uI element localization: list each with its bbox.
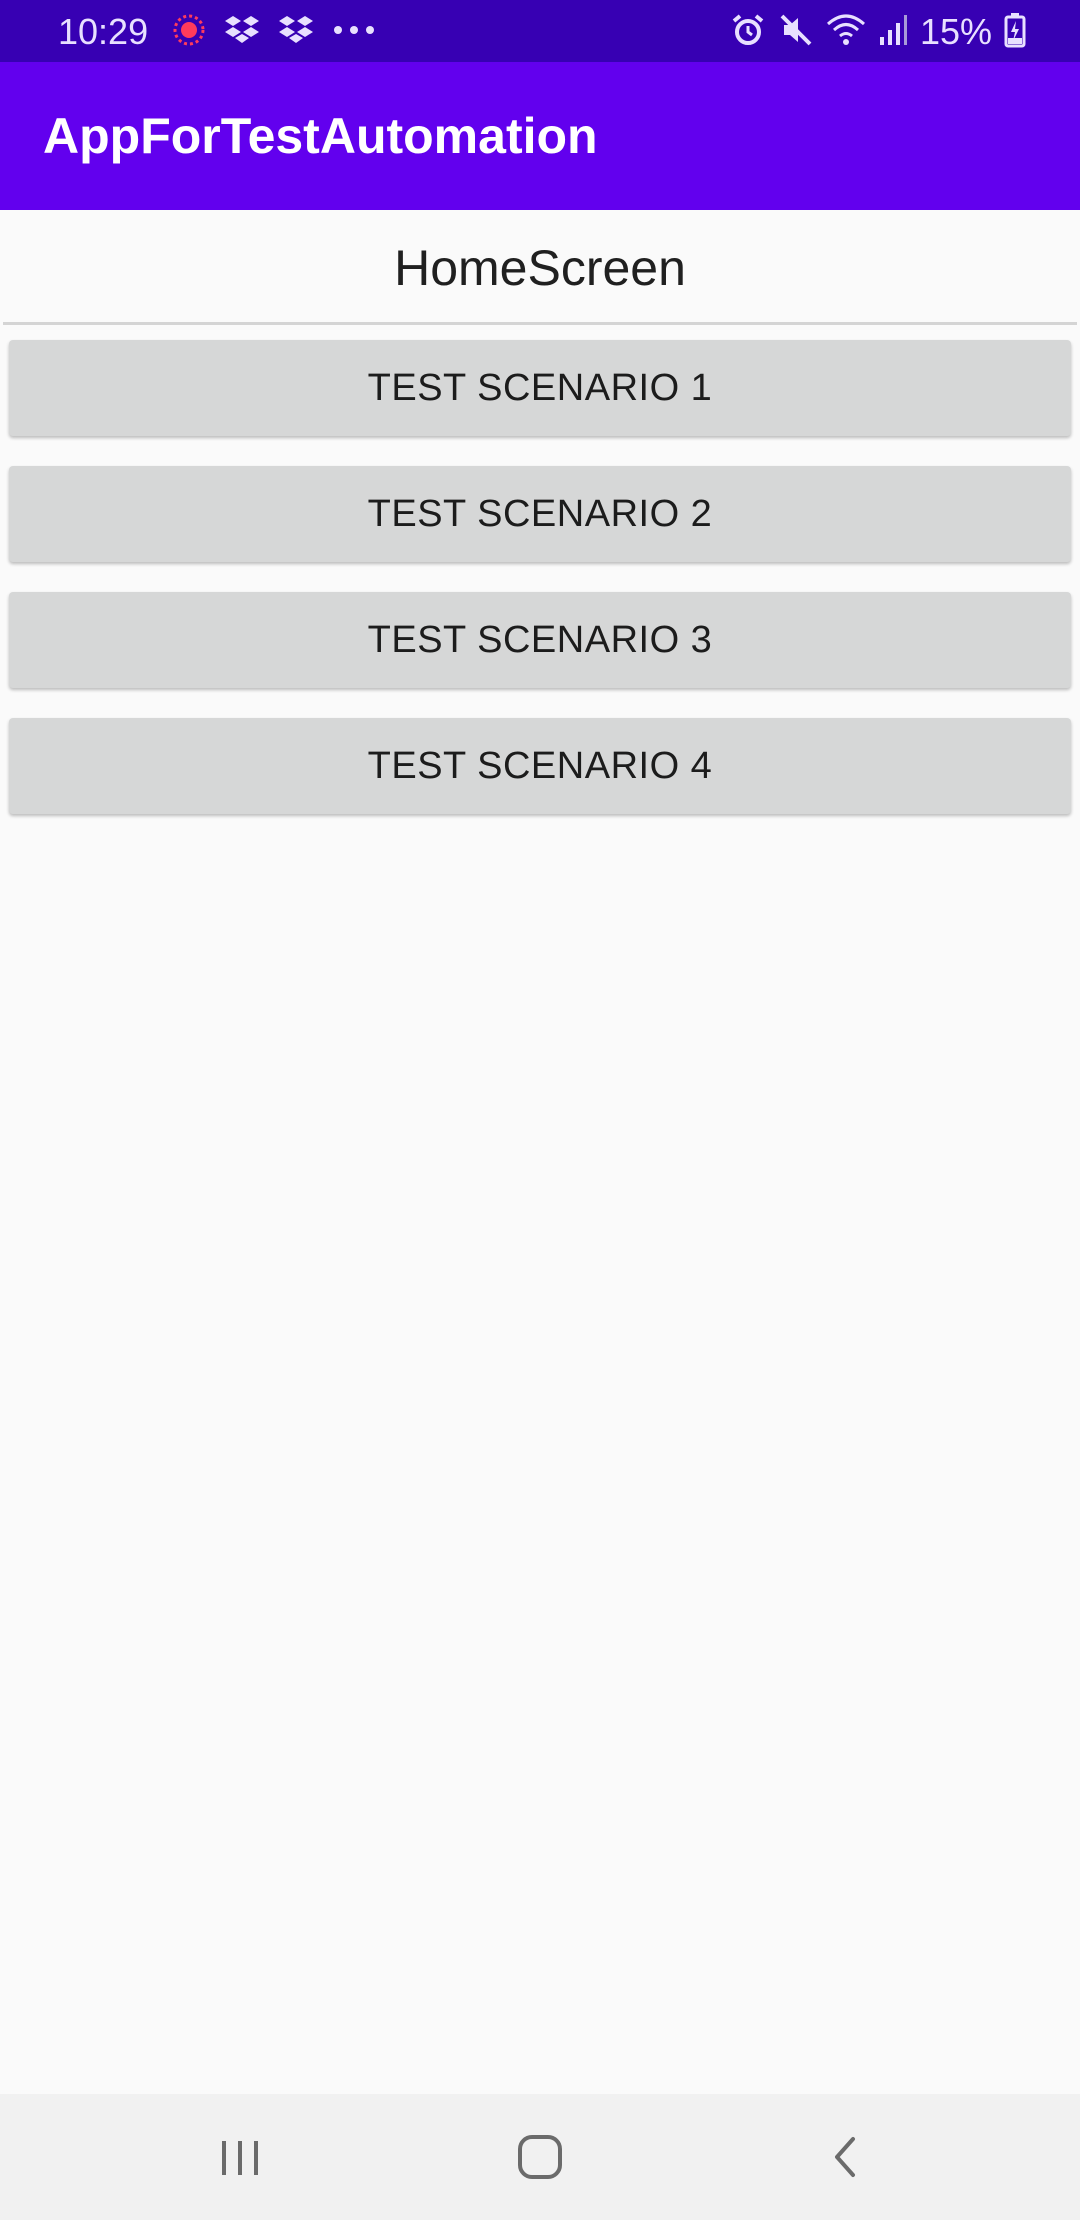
- divider: [3, 322, 1077, 325]
- alarm-icon: [730, 12, 766, 53]
- status-system-icons: 15%: [730, 10, 1026, 54]
- app-bar: AppForTestAutomation: [0, 62, 1080, 210]
- wifi-icon: [826, 12, 866, 53]
- battery-level: 15%: [919, 11, 992, 52]
- navigation-bar: [0, 2094, 1080, 2220]
- test-scenario-4-button[interactable]: TEST SCENARIO 4: [9, 718, 1071, 814]
- dropbox-icon: [278, 14, 314, 51]
- app-title: AppForTestAutomation: [43, 108, 598, 164]
- more-notifications-icon: [332, 23, 376, 41]
- home-icon[interactable]: [505, 2122, 575, 2192]
- mute-icon: [778, 12, 814, 53]
- test-scenario-3-button[interactable]: TEST SCENARIO 3: [9, 592, 1071, 688]
- test-scenario-2-button[interactable]: TEST SCENARIO 2: [9, 466, 1071, 562]
- page-title: HomeScreen: [394, 240, 686, 296]
- recent-apps-icon[interactable]: [205, 2122, 275, 2192]
- back-icon[interactable]: [810, 2122, 880, 2192]
- scenario-button-list: TEST SCENARIO 1 TEST SCENARIO 2 TEST SCE…: [9, 340, 1071, 844]
- record-icon: [172, 13, 206, 52]
- signal-icon: [878, 13, 908, 52]
- dropbox-icon: [224, 14, 260, 51]
- status-notification-icons: [172, 12, 376, 52]
- status-bar: 10:29 15%: [0, 0, 1080, 62]
- status-time: 10:29: [58, 11, 149, 52]
- battery-charging-icon: [1004, 12, 1026, 53]
- test-scenario-1-button[interactable]: TEST SCENARIO 1: [9, 340, 1071, 436]
